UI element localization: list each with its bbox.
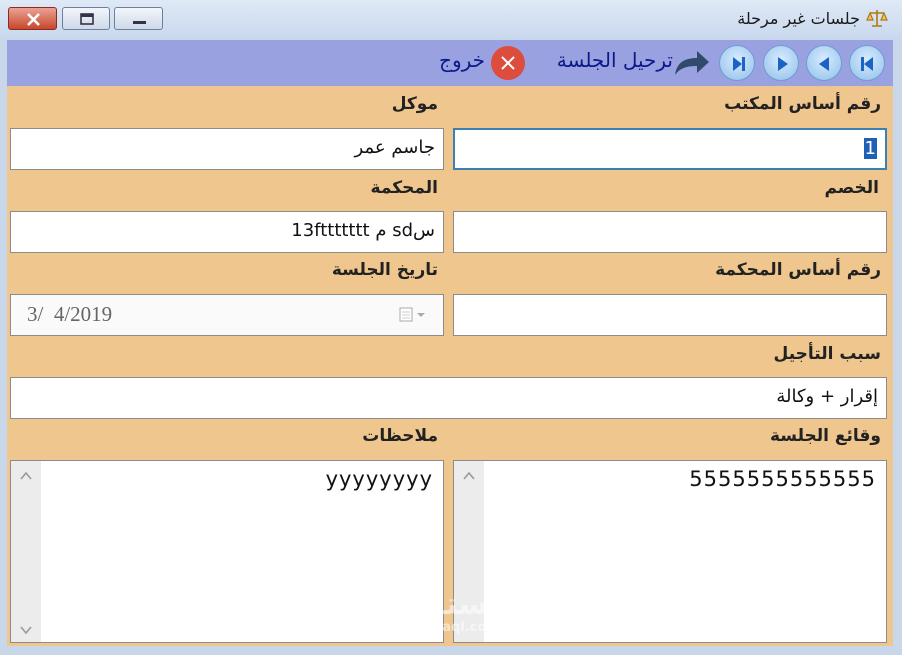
- redo-arrow-icon: [675, 51, 709, 75]
- exit-label[interactable]: خروج: [439, 48, 485, 72]
- office-number-field[interactable]: 1: [453, 128, 887, 170]
- session-facts-text: 5555555555555: [689, 467, 876, 491]
- next-record-button[interactable]: [763, 45, 799, 81]
- close-window-button[interactable]: [8, 7, 57, 30]
- notes-memo[interactable]: yyyyyyyy: [10, 460, 444, 643]
- toolbar: ترحيل الجلسة خروج: [7, 40, 893, 86]
- notes-scrollbar[interactable]: [11, 461, 41, 642]
- notes-label: ملاحظات: [362, 426, 438, 446]
- session-facts-memo[interactable]: 5555555555555: [453, 460, 887, 643]
- opponent-field[interactable]: [453, 211, 887, 253]
- next-record-icon: [778, 57, 788, 71]
- minimize-icon: [133, 21, 146, 24]
- last-record-button[interactable]: [719, 45, 755, 81]
- court-number-label: رقم أساس المحكمة: [715, 260, 881, 280]
- last-record-icon: [733, 57, 745, 71]
- title-bar: جلسات غير مرحلة: [0, 0, 902, 38]
- court-number-field[interactable]: [453, 294, 887, 336]
- postpone-reason-label: سبب التأجيل: [773, 344, 881, 364]
- postpone-session-button[interactable]: ترحيل الجلسة: [557, 48, 673, 72]
- client-field[interactable]: جاسم عمر: [10, 128, 444, 170]
- previous-record-button[interactable]: [806, 45, 842, 81]
- court-label: المحكمة: [370, 178, 438, 198]
- session-form: رقم أساس المكتب موكل 1 جاسم عمر الخصم ال…: [7, 86, 893, 646]
- maximize-icon: [80, 13, 94, 25]
- close-icon: [27, 13, 40, 26]
- close-icon: [501, 56, 515, 70]
- minimize-window-button[interactable]: [114, 7, 163, 30]
- court-field[interactable]: سsd م 13fttttttt: [10, 211, 444, 253]
- previous-record-icon: [819, 57, 829, 71]
- session-date-value: 3/ 4/2019: [27, 302, 113, 326]
- first-record-icon: [861, 57, 873, 71]
- watermark-logo: مستقل: [398, 587, 508, 622]
- exit-button[interactable]: [491, 46, 525, 80]
- postpone-reason-field[interactable]: إقرار + وكالة: [10, 377, 887, 419]
- client-label: موكل: [391, 94, 438, 114]
- scales-icon: [866, 10, 888, 27]
- watermark: مستقل mostaql.com: [398, 587, 508, 636]
- session-date-picker[interactable]: 3/ 4/2019: [10, 294, 444, 336]
- session-date-label: تاريخ الجلسة: [331, 260, 438, 280]
- maximize-window-button[interactable]: [62, 7, 110, 30]
- office-number-label: رقم أساس المكتب: [724, 94, 881, 114]
- scroll-arrows-icon: [20, 471, 32, 635]
- calendar-dropdown-icon[interactable]: [399, 307, 429, 323]
- notes-text: yyyyyyyy: [325, 467, 433, 491]
- opponent-label: الخصم: [824, 178, 879, 198]
- session-facts-label: وقائع الجلسة: [769, 426, 881, 446]
- window-title: جلسات غير مرحلة: [737, 9, 860, 28]
- window-bottom-border: [0, 646, 902, 655]
- first-record-button[interactable]: [849, 45, 885, 81]
- watermark-url: mostaql.com: [405, 620, 500, 635]
